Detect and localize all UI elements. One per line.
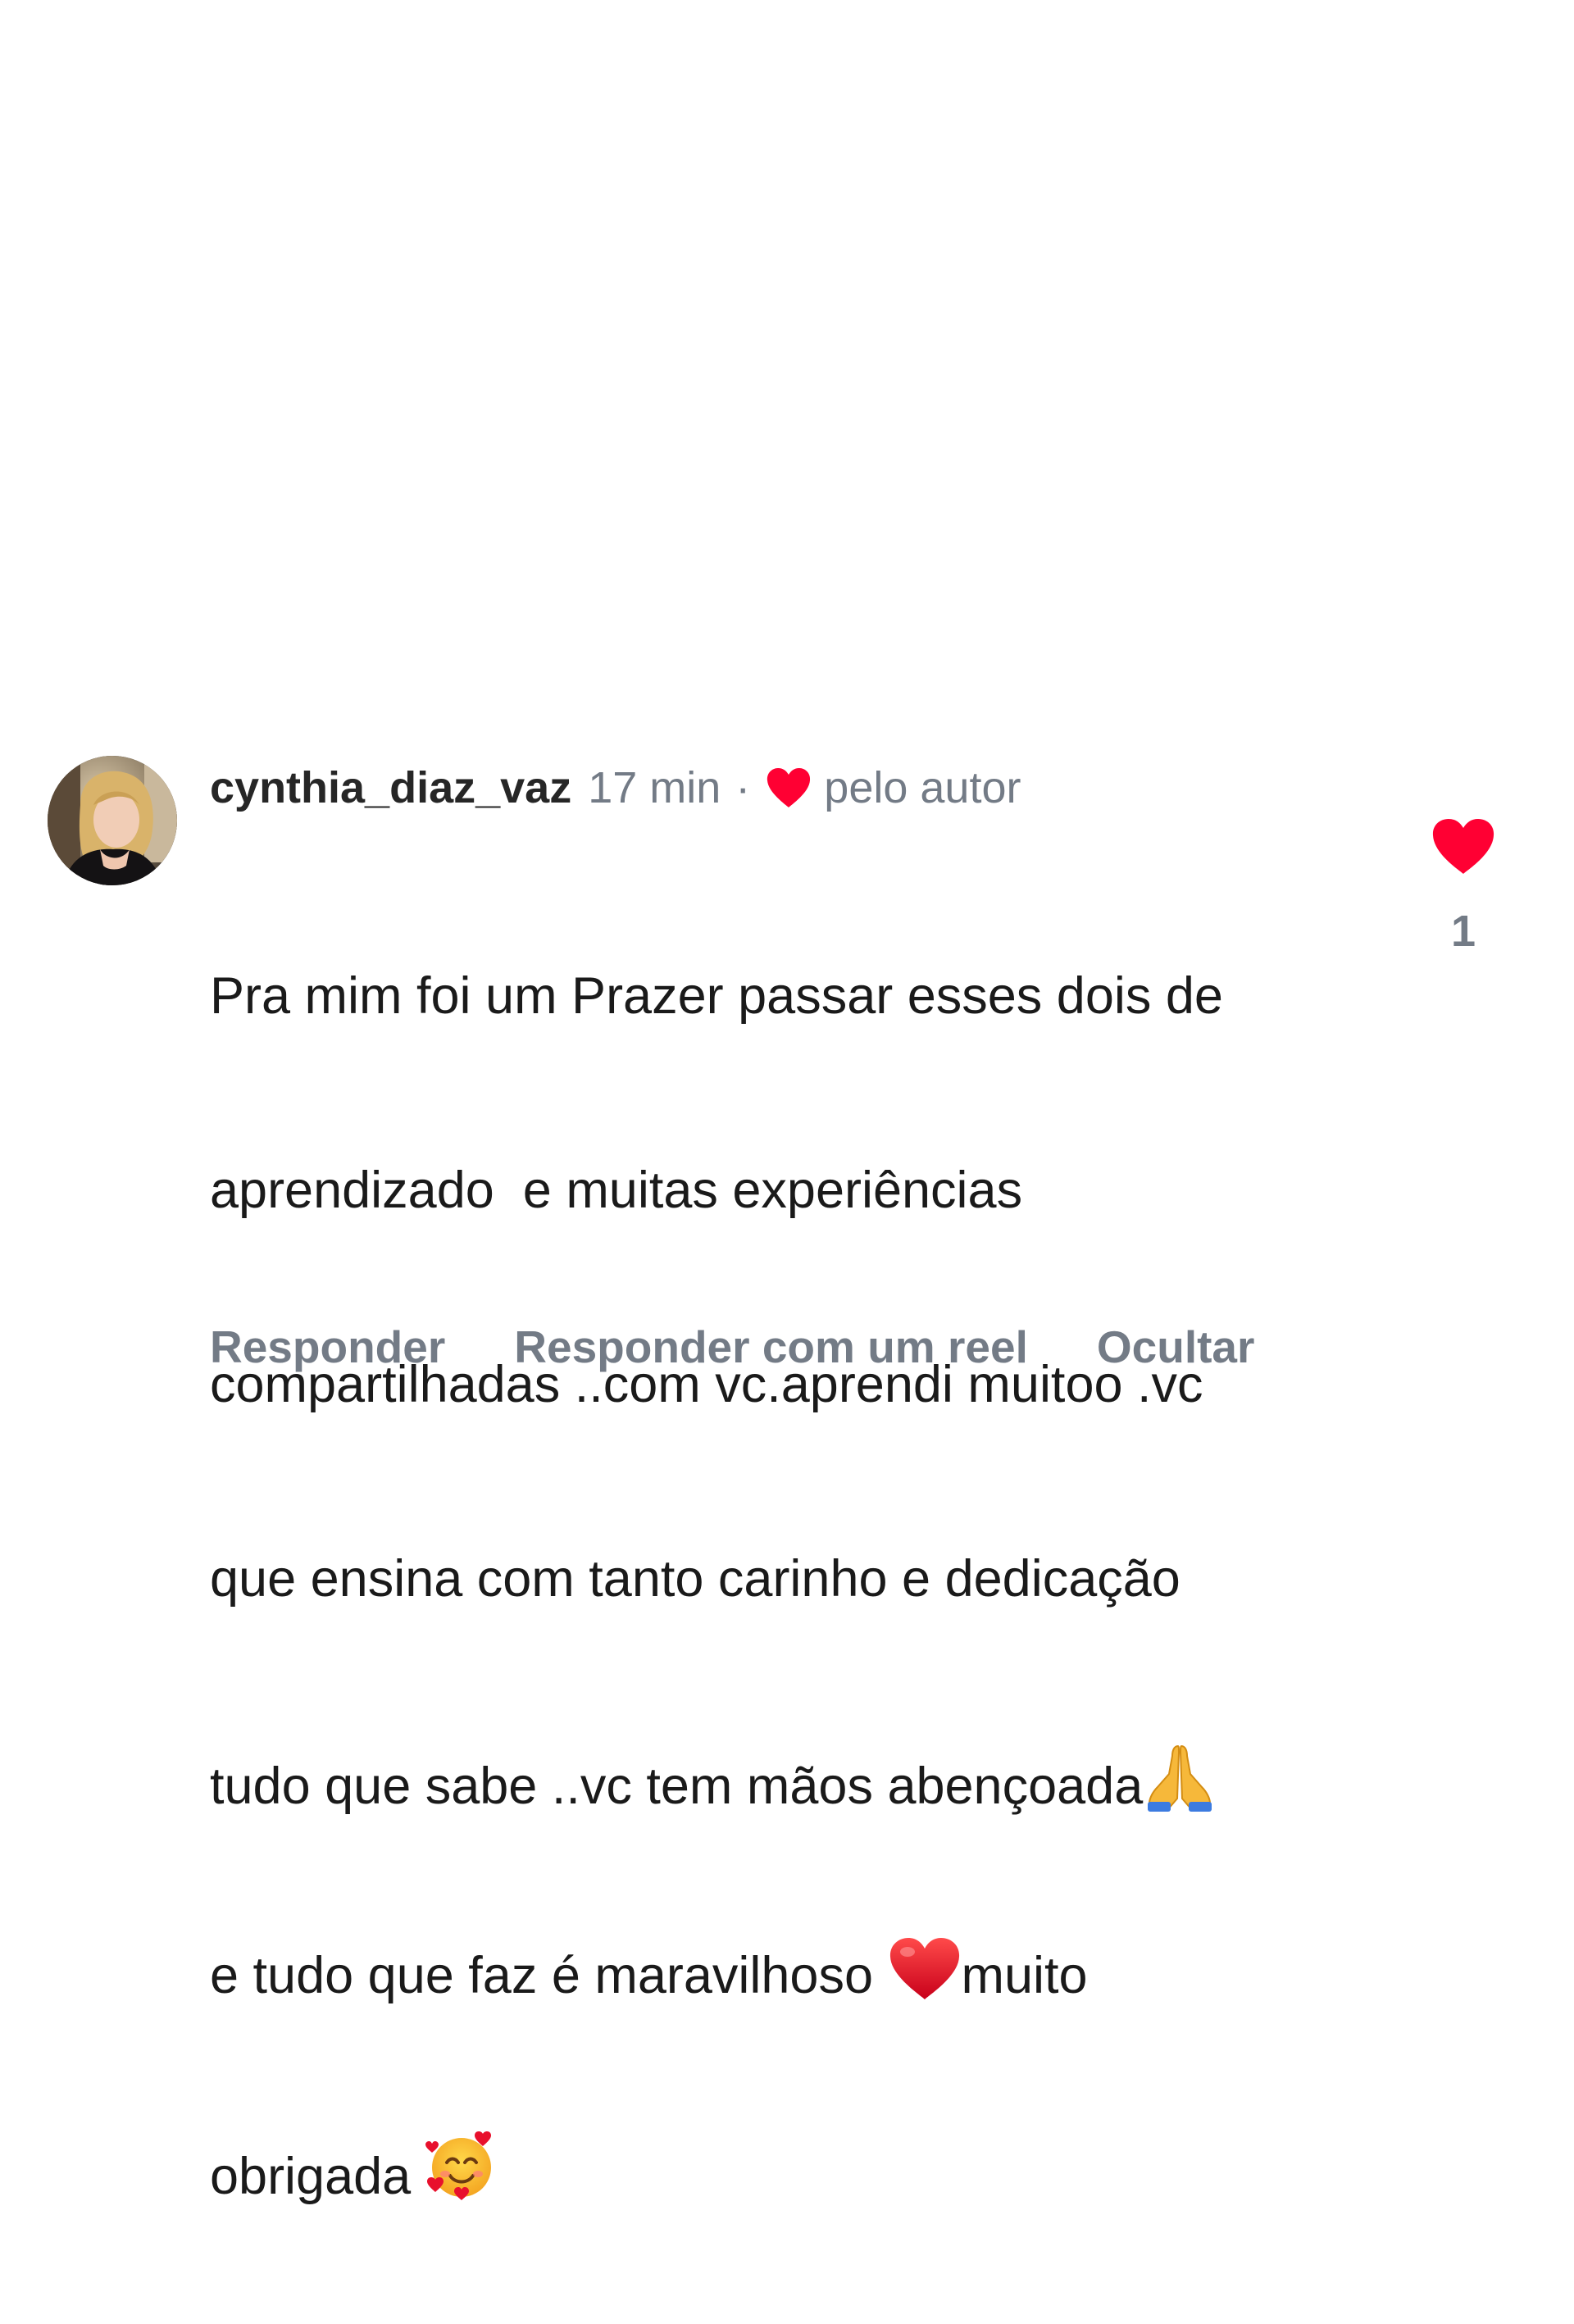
avatar-image — [48, 756, 177, 885]
comment-text-line-with-emoji: obrigada — [210, 2130, 1374, 2205]
red-heart-icon — [889, 1938, 959, 1999]
folded-hands-icon — [1148, 1744, 1212, 1812]
comment-actions: Responder Responder com um reel Ocultar — [210, 1318, 1254, 1376]
reply-button[interactable]: Responder — [210, 1321, 445, 1373]
comment-text-line: aprendizado e muitas experiências — [210, 1162, 1023, 1219]
comment-text-line-with-emoji: e tudo que faz é maravilhoso muito — [210, 1935, 1374, 2004]
like-heart-icon[interactable] — [1431, 816, 1496, 875]
comment-text-line-with-emoji: tudo que sabe ..vc tem mãos abençoada — [210, 1741, 1374, 1815]
like-column: 1 — [1428, 816, 1499, 956]
comment-text: Pra mim foi um Prazer passar esses dois … — [210, 835, 1374, 2324]
comment-time: 17 min — [588, 763, 721, 812]
comment-text-segment: muito — [961, 1947, 1088, 2004]
reply-with-reel-button[interactable]: Responder com um reel — [514, 1321, 1028, 1373]
username[interactable]: cynthia_diaz_vaz — [210, 759, 571, 816]
liked-by-author-label: pelo autor — [824, 763, 1021, 812]
hide-button[interactable]: Ocultar — [1097, 1321, 1255, 1373]
liked-by-author-heart-icon — [767, 768, 811, 807]
comment-text-line: Pra mim foi um Prazer passar esses dois … — [210, 967, 1223, 1025]
comment-text-segment: e tudo que faz é maravilhoso — [210, 1947, 888, 2004]
comment-text-line: que ensina com tanto carinho e dedicação — [210, 1550, 1180, 1608]
comment-text-segment: tudo que sabe ..vc tem mãos abençoada — [210, 1758, 1144, 1815]
avatar[interactable] — [48, 756, 177, 885]
comment-header: cynthia_diaz_vaz 17 min · pelo autor — [210, 759, 1021, 816]
smiling-face-with-hearts-icon — [425, 2131, 491, 2200]
separator-dot: · — [735, 763, 751, 812]
comment-text-segment: obrigada — [210, 2148, 425, 2205]
comment-item: cynthia_diaz_vaz 17 min · pelo autor Pra… — [0, 0, 1574, 2205]
like-count: 1 — [1450, 907, 1476, 956]
